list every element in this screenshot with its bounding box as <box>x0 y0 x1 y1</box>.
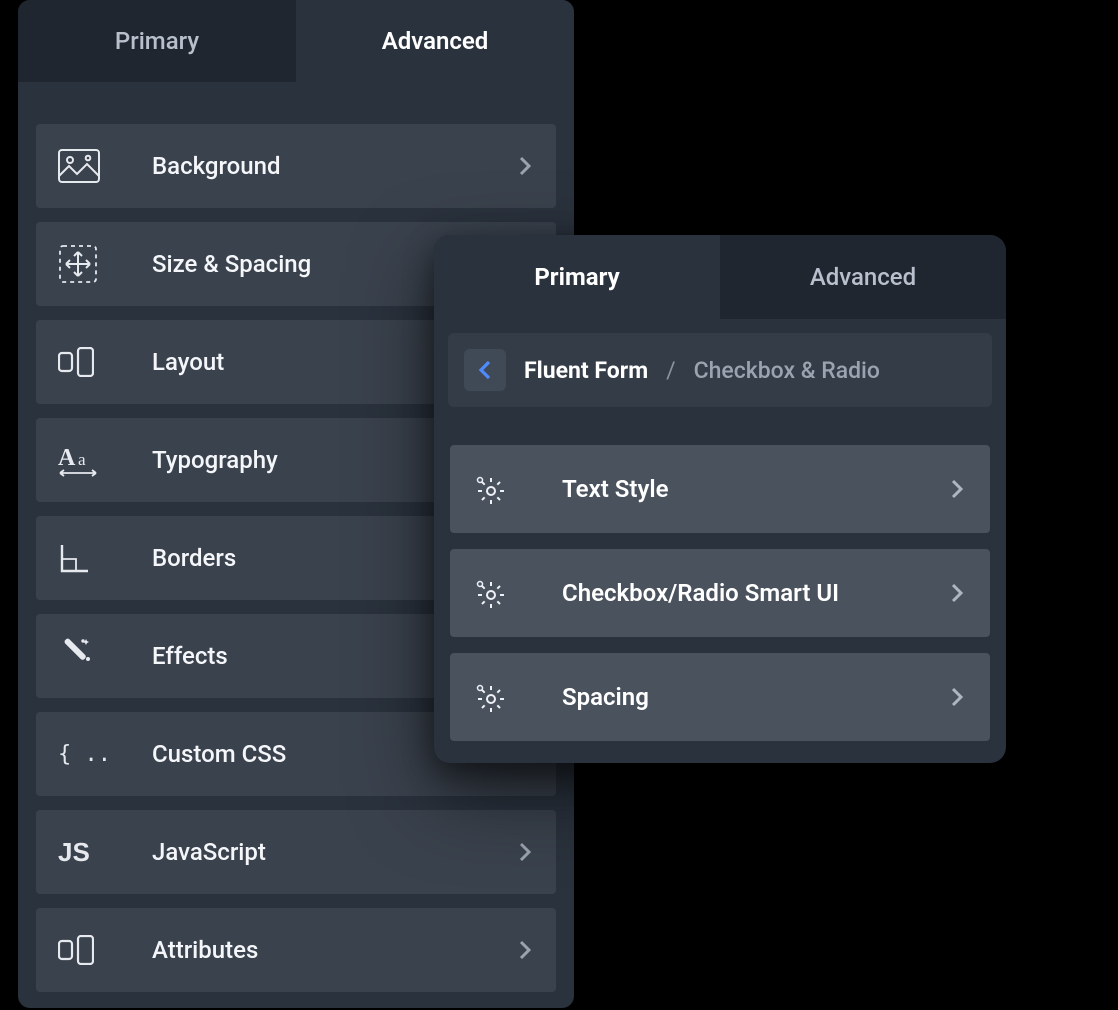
chevron-right-icon <box>950 478 966 500</box>
section-item-checkbox-radio-smart-ui[interactable]: Checkbox/Radio Smart UI <box>450 549 990 637</box>
javascript-icon: JS <box>58 837 114 867</box>
tab-label: Advanced <box>382 27 489 55</box>
svg-text:a: a <box>78 450 86 469</box>
section-label: JavaScript <box>114 838 518 866</box>
chevron-right-icon <box>518 155 534 177</box>
breadcrumb-separator: / <box>666 357 676 384</box>
tab-label: Primary <box>534 263 619 291</box>
background-icon <box>58 149 114 183</box>
borders-icon <box>58 541 114 575</box>
svg-text:{ ... }: { ... } <box>58 742 112 767</box>
tab-label: Primary <box>115 27 199 55</box>
size-spacing-icon <box>58 244 114 284</box>
section-label: Text Style <box>516 475 950 503</box>
tab-primary[interactable]: Primary <box>434 235 720 319</box>
chevron-right-icon <box>950 686 966 708</box>
chevron-right-icon <box>518 939 534 961</box>
section-item-text-style[interactable]: Text Style <box>450 445 990 533</box>
primary-panel: Primary Advanced Fluent Form / Checkbox … <box>434 235 1006 763</box>
section-item-attributes[interactable]: Attributes <box>36 908 556 992</box>
breadcrumb: Fluent Form / Checkbox & Radio <box>448 333 992 407</box>
gear-icon <box>474 682 516 712</box>
svg-text:JS: JS <box>58 837 90 867</box>
tab-primary[interactable]: Primary <box>18 0 296 82</box>
attributes-icon <box>58 935 114 965</box>
section-label: Attributes <box>114 936 518 964</box>
svg-text:A: A <box>58 445 76 471</box>
tab-strip: Primary Advanced <box>434 235 1006 319</box>
chevron-left-icon <box>478 359 492 381</box>
effects-icon <box>58 637 114 675</box>
breadcrumb-root[interactable]: Fluent Form <box>524 357 648 384</box>
section-item-javascript[interactable]: JS JavaScript <box>36 810 556 894</box>
typography-icon: A a <box>58 443 114 477</box>
section-label: Background <box>114 152 518 180</box>
custom-css-icon: { ... } <box>58 739 114 769</box>
breadcrumb-current: Checkbox & Radio <box>694 357 880 384</box>
tab-advanced[interactable]: Advanced <box>720 235 1006 319</box>
section-list: Text Style Checkbox/Radio Smart UI <box>434 407 1006 763</box>
chevron-right-icon <box>518 841 534 863</box>
section-label: Checkbox/Radio Smart UI <box>516 579 950 607</box>
chevron-right-icon <box>950 582 966 604</box>
tab-strip: Primary Advanced <box>18 0 574 82</box>
layout-icon <box>58 347 114 377</box>
gear-icon <box>474 474 516 504</box>
section-item-spacing[interactable]: Spacing <box>450 653 990 741</box>
gear-icon <box>474 578 516 608</box>
tab-advanced[interactable]: Advanced <box>296 0 574 82</box>
back-button[interactable] <box>464 349 506 391</box>
tab-label: Advanced <box>810 263 916 291</box>
section-item-background[interactable]: Background <box>36 124 556 208</box>
section-label: Spacing <box>516 683 950 711</box>
